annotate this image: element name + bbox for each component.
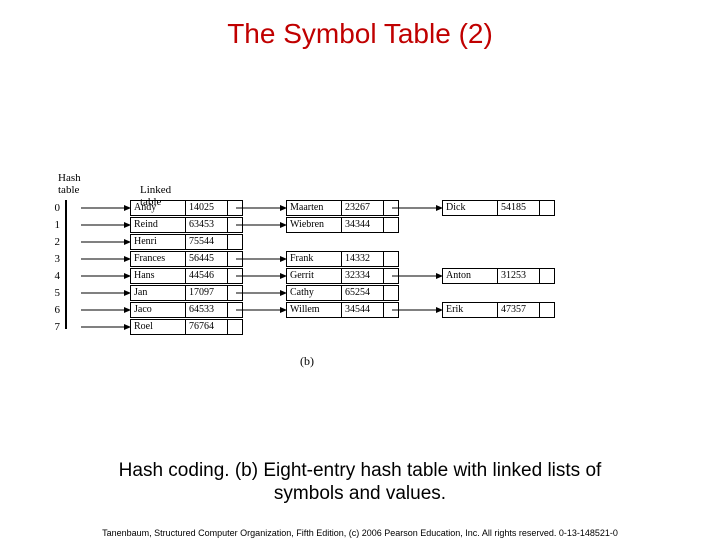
node-pointer xyxy=(228,201,242,215)
node-value: 14025 xyxy=(186,201,228,215)
node-name: Jaco xyxy=(131,303,186,317)
node-name: Reind xyxy=(131,218,186,232)
list-node: Reind63453 xyxy=(130,217,243,233)
node-name: Dick xyxy=(443,201,498,215)
list-node: Dick54185 xyxy=(442,200,555,216)
node-name: Henri xyxy=(131,235,186,249)
node-name: Anton xyxy=(443,269,498,283)
node-value: 23267 xyxy=(342,201,384,215)
node-pointer xyxy=(540,201,554,215)
hash-index: 2 xyxy=(50,236,60,248)
node-pointer xyxy=(384,269,398,283)
hash-slot xyxy=(66,313,67,329)
list-node: Wiebren34344 xyxy=(286,217,399,233)
node-name: Erik xyxy=(443,303,498,317)
node-value: 65254 xyxy=(342,286,384,300)
list-node: Anton31253 xyxy=(442,268,555,284)
hash-slot xyxy=(66,265,67,281)
node-value: 17097 xyxy=(186,286,228,300)
node-value: 56445 xyxy=(186,252,228,266)
hash-header: Hashtable xyxy=(58,172,81,196)
hash-slot xyxy=(66,297,67,313)
hash-slot xyxy=(66,281,67,297)
node-name: Frances xyxy=(131,252,186,266)
list-node: Jan17097 xyxy=(130,285,243,301)
node-pointer xyxy=(540,303,554,317)
list-node: Cathy65254 xyxy=(286,285,399,301)
node-pointer xyxy=(384,286,398,300)
list-node: Hans44546 xyxy=(130,268,243,284)
node-pointer xyxy=(384,218,398,232)
node-value: 32334 xyxy=(342,269,384,283)
hash-index: 1 xyxy=(50,219,60,231)
list-node: Willem34544 xyxy=(286,302,399,318)
node-pointer xyxy=(228,320,242,334)
node-name: Wiebren xyxy=(287,218,342,232)
node-name: Hans xyxy=(131,269,186,283)
hash-slot xyxy=(66,217,67,233)
hash-index: 7 xyxy=(50,321,60,333)
hash-index: 3 xyxy=(50,253,60,265)
list-node: Gerrit32334 xyxy=(286,268,399,284)
hash-index: 4 xyxy=(50,270,60,282)
node-name: Jan xyxy=(131,286,186,300)
list-node: Jaco64533 xyxy=(130,302,243,318)
node-name: Andy xyxy=(131,201,186,215)
node-value: 54185 xyxy=(498,201,540,215)
hash-slot xyxy=(66,233,67,249)
node-pointer xyxy=(384,303,398,317)
hash-index: 5 xyxy=(50,287,60,299)
caption-line: symbols and values. xyxy=(274,483,446,504)
node-name: Frank xyxy=(287,252,342,266)
node-value: 44546 xyxy=(186,269,228,283)
hash-index: 0 xyxy=(50,202,60,214)
hash-slot xyxy=(66,201,67,217)
node-value: 31253 xyxy=(498,269,540,283)
node-pointer xyxy=(228,286,242,300)
node-pointer xyxy=(228,252,242,266)
hash-slot xyxy=(66,249,67,265)
hash-table xyxy=(65,200,67,329)
node-name: Roel xyxy=(131,320,186,334)
list-node: Andy14025 xyxy=(130,200,243,216)
node-value: 47357 xyxy=(498,303,540,317)
node-pointer xyxy=(228,303,242,317)
node-pointer xyxy=(228,269,242,283)
node-value: 34344 xyxy=(342,218,384,232)
node-name: Willem xyxy=(287,303,342,317)
list-node: Frank14332 xyxy=(286,251,399,267)
node-pointer xyxy=(228,218,242,232)
slide-title: The Symbol Table (2) xyxy=(0,18,720,50)
list-node: Erik47357 xyxy=(442,302,555,318)
node-value: 76764 xyxy=(186,320,228,334)
node-pointer xyxy=(384,252,398,266)
node-name: Gerrit xyxy=(287,269,342,283)
list-node: Henri75544 xyxy=(130,234,243,250)
node-name: Maarten xyxy=(287,201,342,215)
node-value: 34544 xyxy=(342,303,384,317)
node-value: 64533 xyxy=(186,303,228,317)
node-value: 63453 xyxy=(186,218,228,232)
list-node: Roel76764 xyxy=(130,319,243,335)
node-pointer xyxy=(540,269,554,283)
list-node: Maarten23267 xyxy=(286,200,399,216)
caption-line: Hash coding. (b) Eight-entry hash table … xyxy=(119,460,602,481)
node-value: 75544 xyxy=(186,235,228,249)
hash-index: 6 xyxy=(50,304,60,316)
footer-citation: Tanenbaum, Structured Computer Organizat… xyxy=(0,528,720,538)
node-pointer xyxy=(228,235,242,249)
node-value: 14332 xyxy=(342,252,384,266)
list-node: Frances56445 xyxy=(130,251,243,267)
figure-label: (b) xyxy=(300,354,314,369)
node-pointer xyxy=(384,201,398,215)
caption: Hash coding. (b) Eight-entry hash table … xyxy=(0,459,720,507)
node-name: Cathy xyxy=(287,286,342,300)
